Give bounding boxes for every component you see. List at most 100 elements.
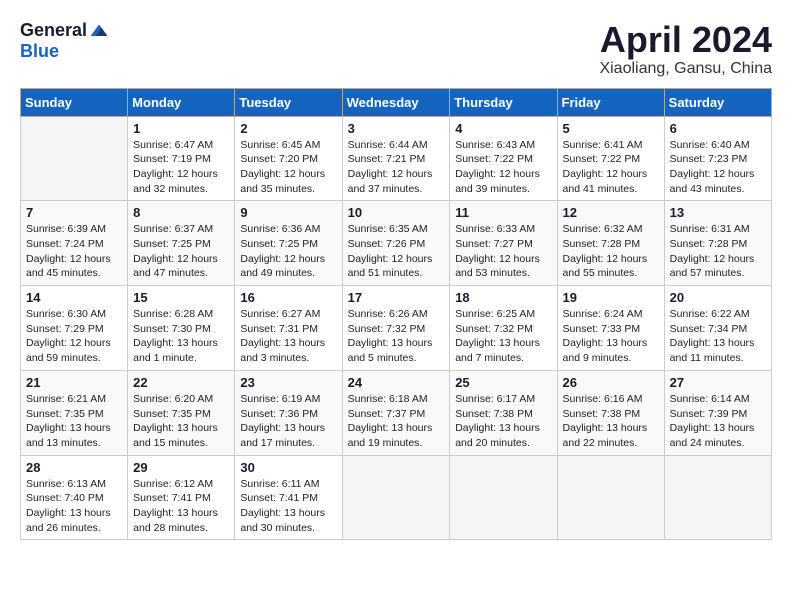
- day-info: Sunrise: 6:35 AMSunset: 7:26 PMDaylight:…: [348, 223, 433, 279]
- day-number: 7: [26, 205, 122, 220]
- day-info: Sunrise: 6:47 AMSunset: 7:19 PMDaylight:…: [133, 139, 218, 195]
- day-number: 21: [26, 375, 122, 390]
- day-number: 3: [348, 121, 445, 136]
- calendar-cell: 20 Sunrise: 6:22 AMSunset: 7:34 PMDaylig…: [664, 286, 771, 371]
- day-info: Sunrise: 6:36 AMSunset: 7:25 PMDaylight:…: [240, 223, 325, 279]
- day-info: Sunrise: 6:11 AMSunset: 7:41 PMDaylight:…: [240, 478, 325, 534]
- calendar-cell: [557, 455, 664, 540]
- day-info: Sunrise: 6:12 AMSunset: 7:41 PMDaylight:…: [133, 478, 218, 534]
- day-number: 27: [670, 375, 766, 390]
- day-number: 22: [133, 375, 229, 390]
- day-info: Sunrise: 6:21 AMSunset: 7:35 PMDaylight:…: [26, 393, 111, 449]
- day-info: Sunrise: 6:19 AMSunset: 7:36 PMDaylight:…: [240, 393, 325, 449]
- day-info: Sunrise: 6:27 AMSunset: 7:31 PMDaylight:…: [240, 308, 325, 364]
- calendar-cell: 15 Sunrise: 6:28 AMSunset: 7:30 PMDaylig…: [128, 286, 235, 371]
- day-number: 29: [133, 460, 229, 475]
- day-info: Sunrise: 6:18 AMSunset: 7:37 PMDaylight:…: [348, 393, 433, 449]
- day-info: Sunrise: 6:28 AMSunset: 7:30 PMDaylight:…: [133, 308, 218, 364]
- calendar-cell: 27 Sunrise: 6:14 AMSunset: 7:39 PMDaylig…: [664, 370, 771, 455]
- calendar-cell: 11 Sunrise: 6:33 AMSunset: 7:27 PMDaylig…: [450, 201, 557, 286]
- day-info: Sunrise: 6:40 AMSunset: 7:23 PMDaylight:…: [670, 139, 755, 195]
- week-row-0: 1 Sunrise: 6:47 AMSunset: 7:19 PMDayligh…: [21, 116, 772, 201]
- day-info: Sunrise: 6:43 AMSunset: 7:22 PMDaylight:…: [455, 139, 540, 195]
- calendar-cell: 26 Sunrise: 6:16 AMSunset: 7:38 PMDaylig…: [557, 370, 664, 455]
- calendar-cell: 7 Sunrise: 6:39 AMSunset: 7:24 PMDayligh…: [21, 201, 128, 286]
- logo-blue-text: Blue: [20, 41, 59, 61]
- calendar-table: SundayMondayTuesdayWednesdayThursdayFrid…: [20, 88, 772, 541]
- location-title: Xiaoliang, Gansu, China: [599, 60, 772, 78]
- week-row-3: 21 Sunrise: 6:21 AMSunset: 7:35 PMDaylig…: [21, 370, 772, 455]
- calendar-cell: 5 Sunrise: 6:41 AMSunset: 7:22 PMDayligh…: [557, 116, 664, 201]
- day-info: Sunrise: 6:31 AMSunset: 7:28 PMDaylight:…: [670, 223, 755, 279]
- day-number: 4: [455, 121, 551, 136]
- day-info: Sunrise: 6:25 AMSunset: 7:32 PMDaylight:…: [455, 308, 540, 364]
- day-number: 13: [670, 205, 766, 220]
- day-info: Sunrise: 6:26 AMSunset: 7:32 PMDaylight:…: [348, 308, 433, 364]
- day-info: Sunrise: 6:32 AMSunset: 7:28 PMDaylight:…: [563, 223, 648, 279]
- calendar-header-row: SundayMondayTuesdayWednesdayThursdayFrid…: [21, 88, 772, 116]
- calendar-cell: 13 Sunrise: 6:31 AMSunset: 7:28 PMDaylig…: [664, 201, 771, 286]
- calendar-cell: 2 Sunrise: 6:45 AMSunset: 7:20 PMDayligh…: [235, 116, 342, 201]
- calendar-cell: 25 Sunrise: 6:17 AMSunset: 7:38 PMDaylig…: [450, 370, 557, 455]
- calendar-cell: 16 Sunrise: 6:27 AMSunset: 7:31 PMDaylig…: [235, 286, 342, 371]
- day-number: 16: [240, 290, 336, 305]
- day-number: 15: [133, 290, 229, 305]
- day-number: 12: [563, 205, 659, 220]
- day-number: 19: [563, 290, 659, 305]
- header-saturday: Saturday: [664, 88, 771, 116]
- day-info: Sunrise: 6:33 AMSunset: 7:27 PMDaylight:…: [455, 223, 540, 279]
- calendar-cell: 4 Sunrise: 6:43 AMSunset: 7:22 PMDayligh…: [450, 116, 557, 201]
- header-friday: Friday: [557, 88, 664, 116]
- day-info: Sunrise: 6:20 AMSunset: 7:35 PMDaylight:…: [133, 393, 218, 449]
- day-info: Sunrise: 6:39 AMSunset: 7:24 PMDaylight:…: [26, 223, 111, 279]
- calendar-cell: [342, 455, 450, 540]
- day-info: Sunrise: 6:30 AMSunset: 7:29 PMDaylight:…: [26, 308, 111, 364]
- calendar-cell: 14 Sunrise: 6:30 AMSunset: 7:29 PMDaylig…: [21, 286, 128, 371]
- day-info: Sunrise: 6:17 AMSunset: 7:38 PMDaylight:…: [455, 393, 540, 449]
- calendar-cell: 12 Sunrise: 6:32 AMSunset: 7:28 PMDaylig…: [557, 201, 664, 286]
- day-number: 10: [348, 205, 445, 220]
- header-sunday: Sunday: [21, 88, 128, 116]
- header-wednesday: Wednesday: [342, 88, 450, 116]
- calendar-cell: 23 Sunrise: 6:19 AMSunset: 7:36 PMDaylig…: [235, 370, 342, 455]
- week-row-2: 14 Sunrise: 6:30 AMSunset: 7:29 PMDaylig…: [21, 286, 772, 371]
- calendar-cell: 21 Sunrise: 6:21 AMSunset: 7:35 PMDaylig…: [21, 370, 128, 455]
- day-info: Sunrise: 6:13 AMSunset: 7:40 PMDaylight:…: [26, 478, 111, 534]
- calendar-cell: 28 Sunrise: 6:13 AMSunset: 7:40 PMDaylig…: [21, 455, 128, 540]
- calendar-cell: 18 Sunrise: 6:25 AMSunset: 7:32 PMDaylig…: [450, 286, 557, 371]
- day-number: 26: [563, 375, 659, 390]
- day-number: 9: [240, 205, 336, 220]
- logo-icon: [89, 21, 109, 41]
- title-area: April 2024 Xiaoliang, Gansu, China: [599, 20, 772, 78]
- day-number: 2: [240, 121, 336, 136]
- day-number: 14: [26, 290, 122, 305]
- day-info: Sunrise: 6:16 AMSunset: 7:38 PMDaylight:…: [563, 393, 648, 449]
- day-info: Sunrise: 6:44 AMSunset: 7:21 PMDaylight:…: [348, 139, 433, 195]
- calendar-cell: 22 Sunrise: 6:20 AMSunset: 7:35 PMDaylig…: [128, 370, 235, 455]
- day-number: 30: [240, 460, 336, 475]
- header-monday: Monday: [128, 88, 235, 116]
- day-number: 20: [670, 290, 766, 305]
- month-title: April 2024: [599, 20, 772, 60]
- day-number: 8: [133, 205, 229, 220]
- calendar-cell: 30 Sunrise: 6:11 AMSunset: 7:41 PMDaylig…: [235, 455, 342, 540]
- header-tuesday: Tuesday: [235, 88, 342, 116]
- logo-general-text: General: [20, 20, 87, 41]
- calendar-cell: [450, 455, 557, 540]
- week-row-4: 28 Sunrise: 6:13 AMSunset: 7:40 PMDaylig…: [21, 455, 772, 540]
- day-number: 17: [348, 290, 445, 305]
- calendar-cell: 24 Sunrise: 6:18 AMSunset: 7:37 PMDaylig…: [342, 370, 450, 455]
- calendar-cell: 17 Sunrise: 6:26 AMSunset: 7:32 PMDaylig…: [342, 286, 450, 371]
- day-number: 6: [670, 121, 766, 136]
- calendar-cell: [664, 455, 771, 540]
- calendar-cell: [21, 116, 128, 201]
- day-info: Sunrise: 6:37 AMSunset: 7:25 PMDaylight:…: [133, 223, 218, 279]
- day-info: Sunrise: 6:14 AMSunset: 7:39 PMDaylight:…: [670, 393, 755, 449]
- calendar-cell: 6 Sunrise: 6:40 AMSunset: 7:23 PMDayligh…: [664, 116, 771, 201]
- calendar-cell: 3 Sunrise: 6:44 AMSunset: 7:21 PMDayligh…: [342, 116, 450, 201]
- day-number: 24: [348, 375, 445, 390]
- header: General Blue April 2024 Xiaoliang, Gansu…: [20, 20, 772, 78]
- logo: General Blue: [20, 20, 109, 62]
- day-number: 11: [455, 205, 551, 220]
- calendar-cell: 10 Sunrise: 6:35 AMSunset: 7:26 PMDaylig…: [342, 201, 450, 286]
